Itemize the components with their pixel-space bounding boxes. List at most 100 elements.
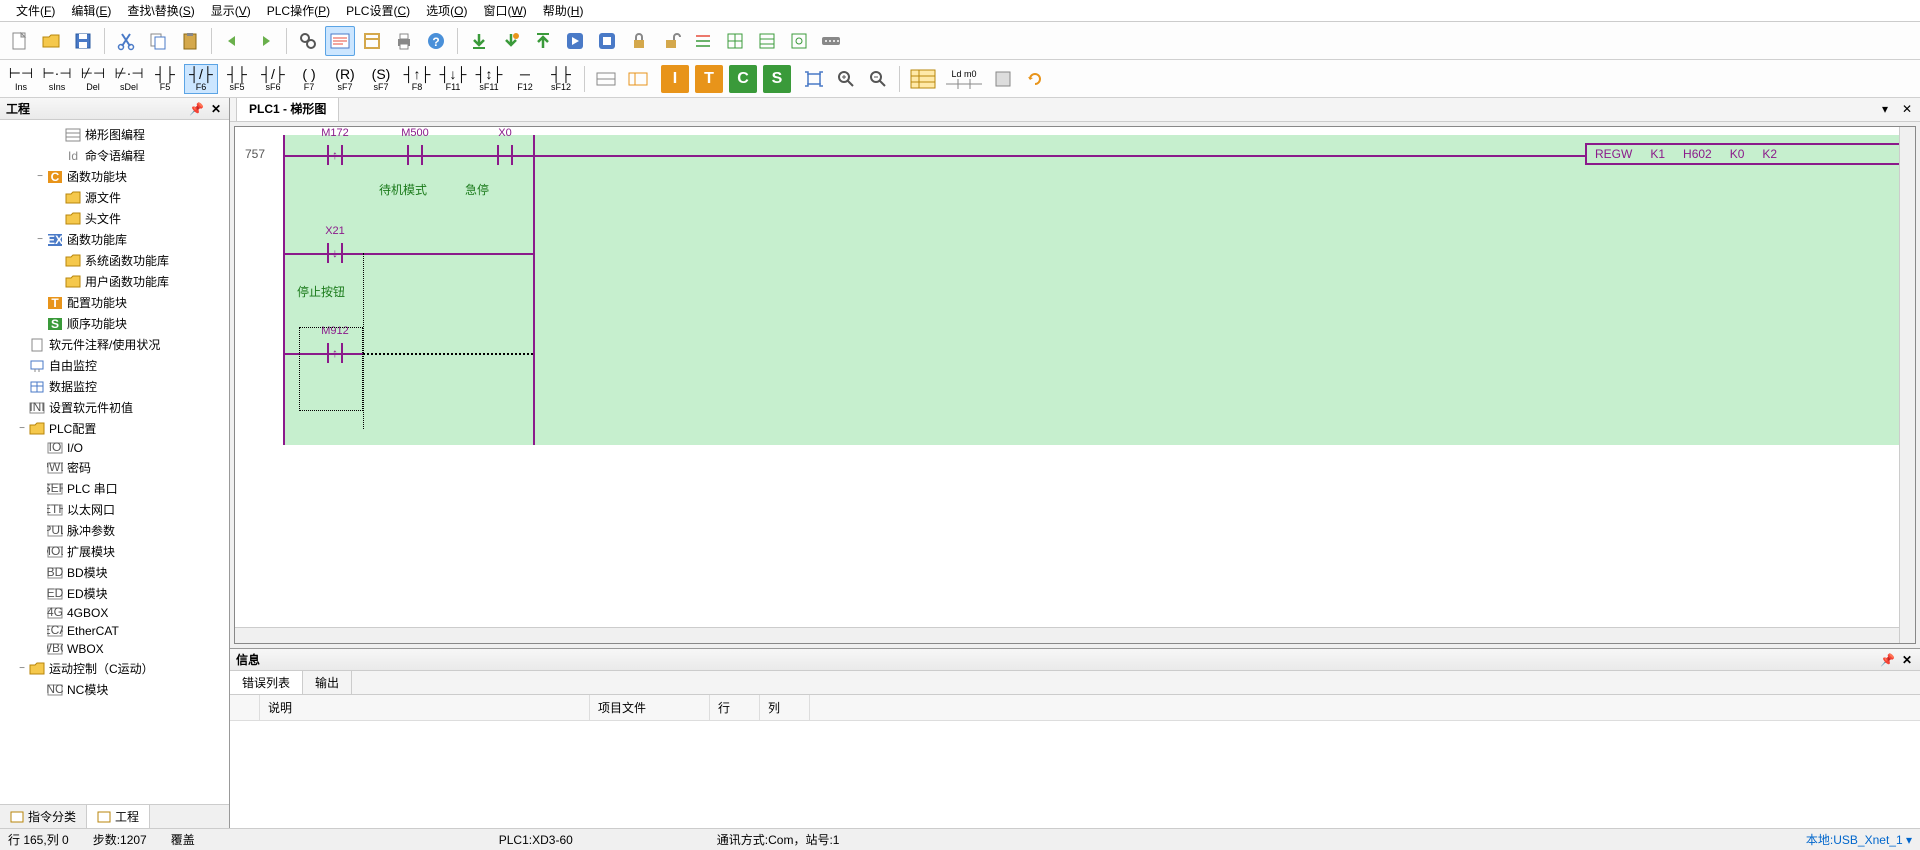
tree-node[interactable]: PUL脉冲参数 xyxy=(0,520,229,541)
block-i-button[interactable]: I xyxy=(661,65,689,93)
tree-node[interactable]: INI设置软元件初值 xyxy=(0,397,229,418)
output-instruction[interactable]: REGWK1H602K0K2 xyxy=(1585,143,1905,165)
zoom-in-button[interactable] xyxy=(831,64,861,94)
table-button[interactable] xyxy=(906,64,940,94)
comment-toggle-button[interactable] xyxy=(325,26,355,56)
undo-button[interactable] xyxy=(218,26,248,56)
tree-node[interactable]: PWD密码 xyxy=(0,457,229,478)
menu-f[interactable]: 文件(F) xyxy=(8,0,63,21)
grid2-button[interactable] xyxy=(752,26,782,56)
tree-node[interactable]: EDED模块 xyxy=(0,583,229,604)
ladder-f12-button[interactable]: ─F12 xyxy=(508,64,542,94)
grid3-button[interactable] xyxy=(784,26,814,56)
tree-node[interactable]: 用户函数功能库 xyxy=(0,271,229,292)
ladder-f6-button[interactable]: ┤/├F6 xyxy=(184,64,218,94)
tree-node[interactable]: ECAEtherCAT xyxy=(0,622,229,640)
tree-node[interactable]: NCNC模块 xyxy=(0,679,229,700)
help-button[interactable]: ? xyxy=(421,26,451,56)
ladder-f11-button[interactable]: ┤↓├F11 xyxy=(436,64,470,94)
tree-node[interactable]: BDBD模块 xyxy=(0,562,229,583)
ladder-sf12-button[interactable]: ┤├sF12 xyxy=(544,64,578,94)
menu-s[interactable]: 查找\替换(S) xyxy=(119,0,202,21)
info-tab[interactable]: 输出 xyxy=(303,671,352,694)
ladder-f5-button[interactable]: ┤├F5 xyxy=(148,64,182,94)
ladder-ins-button[interactable]: ⊢⊣Ins xyxy=(4,64,38,94)
redo-button[interactable] xyxy=(250,26,280,56)
open-button[interactable] xyxy=(36,26,66,56)
contact-X21[interactable]: X21↓ xyxy=(323,243,347,263)
grid-tool-button[interactable] xyxy=(988,64,1018,94)
tree-node[interactable]: 系统函数功能库 xyxy=(0,250,229,271)
tree-node[interactable]: ETH以太网口 xyxy=(0,499,229,520)
download-button[interactable] xyxy=(464,26,494,56)
ladder-sins-button[interactable]: ⊢·⊣sIns xyxy=(40,64,74,94)
paste-button[interactable] xyxy=(175,26,205,56)
print-button[interactable] xyxy=(389,26,419,56)
tree-node[interactable]: 自由监控 xyxy=(0,355,229,376)
ladder-del-button[interactable]: ⊬⊣Del xyxy=(76,64,110,94)
tree-node[interactable]: WBOWBOX xyxy=(0,640,229,658)
ladder-sf11-button[interactable]: ┤↕├sF11 xyxy=(472,64,506,94)
tree-node[interactable]: −运动控制（C运动） xyxy=(0,658,229,679)
pin-icon[interactable]: 📌 xyxy=(1880,653,1894,667)
block-c-button[interactable]: C xyxy=(729,65,757,93)
ladder-f7-button[interactable]: ( )F7 xyxy=(292,64,326,94)
menu-h[interactable]: 帮助(H) xyxy=(535,0,592,21)
ladder-view-button[interactable] xyxy=(688,26,718,56)
tree-node[interactable]: 头文件 xyxy=(0,208,229,229)
block-s-button[interactable]: S xyxy=(763,65,791,93)
find-button[interactable] xyxy=(293,26,323,56)
zoom-out-button[interactable] xyxy=(863,64,893,94)
menu-p[interactable]: PLC操作(P) xyxy=(259,0,338,21)
column-header[interactable]: 行 xyxy=(710,695,760,720)
tab-dropdown-icon[interactable]: ▾ xyxy=(1878,102,1892,116)
block-t-button[interactable]: T xyxy=(695,65,723,93)
window-button[interactable] xyxy=(357,26,387,56)
menu-w[interactable]: 窗口(W) xyxy=(475,0,534,21)
lock-button[interactable] xyxy=(624,26,654,56)
run-button[interactable] xyxy=(560,26,590,56)
ladder-editor[interactable]: 757 M172↑M500X0X21↓M912↑待机模式急停停止按钮REGWK1… xyxy=(234,126,1916,644)
tree-node[interactable]: T配置功能块 xyxy=(0,292,229,313)
pin-icon[interactable]: 📌 xyxy=(189,102,203,116)
menu-c[interactable]: PLC设置(C) xyxy=(338,0,418,21)
menu-v[interactable]: 显示(V) xyxy=(203,0,259,21)
grid1-button[interactable] xyxy=(720,26,750,56)
refresh-button[interactable] xyxy=(1020,64,1050,94)
tree-node[interactable]: 4G4GBOX xyxy=(0,604,229,622)
ladder-sdel-button[interactable]: ⊬·⊣sDel xyxy=(112,64,146,94)
block2-button[interactable] xyxy=(623,64,653,94)
tree-node[interactable]: MOD扩展模块 xyxy=(0,541,229,562)
status-local[interactable]: 本地:USB_Xnet_1 ▾ xyxy=(1806,831,1912,848)
ldm0-button[interactable]: Ld m0 xyxy=(942,64,986,94)
unlock-button[interactable] xyxy=(656,26,686,56)
tree-node[interactable]: IOI/O xyxy=(0,439,229,457)
column-header[interactable]: 项目文件 xyxy=(590,695,710,720)
error-list-table[interactable]: 说明项目文件行列 xyxy=(230,695,1920,828)
close-icon[interactable]: ✕ xyxy=(1900,653,1914,667)
close-icon[interactable]: ✕ xyxy=(209,102,223,116)
block1-button[interactable] xyxy=(591,64,621,94)
tree-tab[interactable]: 工程 xyxy=(87,805,150,828)
upload-button[interactable] xyxy=(528,26,558,56)
ladder-sf7-button[interactable]: (R)sF7 xyxy=(328,64,362,94)
tree-node[interactable]: 数据监控 xyxy=(0,376,229,397)
ladder-sf5-button[interactable]: ┤├sF5 xyxy=(220,64,254,94)
tree-node[interactable]: SERPLC 串口 xyxy=(0,478,229,499)
column-header[interactable]: 列 xyxy=(760,695,810,720)
new-button[interactable] xyxy=(4,26,34,56)
contact-M500[interactable]: M500 xyxy=(403,145,427,165)
vertical-scrollbar[interactable] xyxy=(1899,127,1915,643)
project-tree[interactable]: 梯形图编程Id命令语编程−C函数功能块源文件头文件−EX函数功能库系统函数功能库… xyxy=(0,120,229,804)
doc-tab-plc1[interactable]: PLC1 - 梯形图 xyxy=(236,98,339,121)
tree-node[interactable]: 软元件注释/使用状况 xyxy=(0,334,229,355)
horizontal-scrollbar[interactable] xyxy=(235,627,1899,643)
tree-node[interactable]: S顺序功能块 xyxy=(0,313,229,334)
tab-close-icon[interactable]: ✕ xyxy=(1900,102,1914,116)
contact-M172[interactable]: M172↑ xyxy=(323,145,347,165)
cut-button[interactable] xyxy=(111,26,141,56)
tree-node[interactable]: −C函数功能块 xyxy=(0,166,229,187)
download-partial-button[interactable] xyxy=(496,26,526,56)
column-header[interactable]: 说明 xyxy=(260,695,590,720)
menu-o[interactable]: 选项(O) xyxy=(418,0,475,21)
